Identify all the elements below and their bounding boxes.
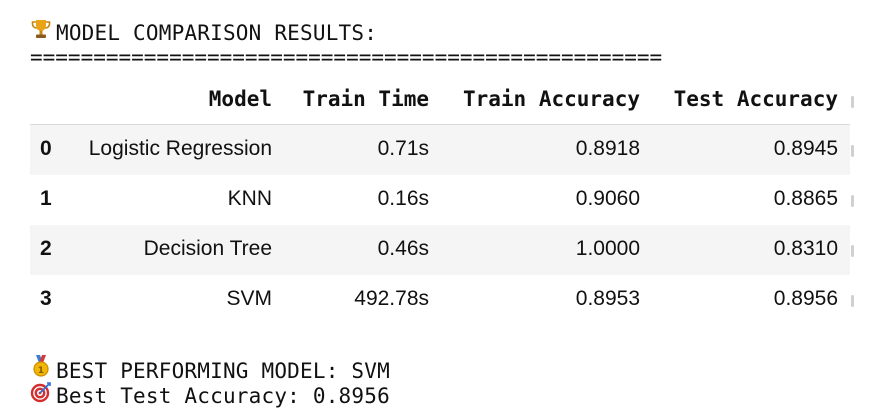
results-header: MODEL COMPARISON RESULTS:	[30, 18, 377, 46]
svg-text:1: 1	[38, 366, 44, 376]
row-index: 3	[40, 287, 52, 310]
cell-train-time: 0.16s	[377, 187, 429, 210]
cell-model: Logistic Regression	[88, 137, 272, 160]
cell-test-accuracy: 0.8865	[773, 187, 838, 210]
scroll-marker	[851, 295, 854, 307]
trophy-icon	[30, 18, 56, 46]
cell-test-accuracy: 0.8956	[773, 287, 838, 310]
model-comparison-table: Model Train Time Train Accuracy Test Acc…	[30, 80, 854, 325]
cell-train-accuracy: 0.8918	[575, 137, 640, 160]
cell-model: Decision Tree	[143, 237, 272, 260]
column-header-test-accuracy: Test Accuracy	[673, 87, 838, 111]
cell-train-time: 492.78s	[354, 287, 429, 310]
cell-train-time: 0.71s	[377, 137, 429, 160]
cell-test-accuracy: 0.8945	[773, 137, 838, 160]
row-index: 2	[40, 237, 52, 260]
cell-train-accuracy: 1.0000	[575, 237, 640, 260]
table-header: Model Train Time Train Accuracy Test Acc…	[30, 80, 854, 125]
best-accuracy-line: Best Test Accuracy: 0.8956	[30, 381, 390, 409]
cell-model: KNN	[227, 187, 272, 210]
best-model-line: 1 BEST PERFORMING MODEL: SVM	[30, 354, 390, 384]
row-index: 1	[40, 187, 52, 210]
scroll-marker	[851, 195, 854, 207]
medal-icon: 1	[30, 354, 56, 384]
table-row: 3 SVM 492.78s 0.8953 0.8956	[30, 275, 854, 325]
target-icon	[30, 381, 56, 409]
row-index: 0	[40, 137, 52, 160]
scroll-marker	[851, 245, 854, 257]
cell-train-accuracy: 0.9060	[575, 187, 640, 210]
results-header-text: MODEL COMPARISON RESULTS:	[56, 21, 378, 45]
best-model-text: BEST PERFORMING MODEL: SVM	[56, 359, 390, 383]
table-row: 1 KNN 0.16s 0.9060 0.8865	[30, 175, 854, 225]
table-row: 2 Decision Tree 0.46s 1.0000 0.8310	[30, 225, 854, 275]
column-header-train-time: Train Time	[302, 87, 429, 111]
best-accuracy-text: Best Test Accuracy: 0.8956	[56, 384, 390, 408]
table-row: 0 Logistic Regression 0.71s 0.8918 0.894…	[30, 125, 854, 175]
cell-train-accuracy: 0.8953	[575, 287, 640, 310]
cell-test-accuracy: 0.8310	[773, 237, 838, 260]
cell-train-time: 0.46s	[377, 237, 429, 260]
separator-line: ========================================…	[30, 45, 663, 69]
cell-model: SVM	[226, 287, 272, 310]
column-header-train-accuracy: Train Accuracy	[462, 87, 640, 111]
scroll-marker	[851, 96, 854, 108]
column-header-model: Model	[208, 87, 272, 111]
scroll-marker	[851, 145, 854, 157]
